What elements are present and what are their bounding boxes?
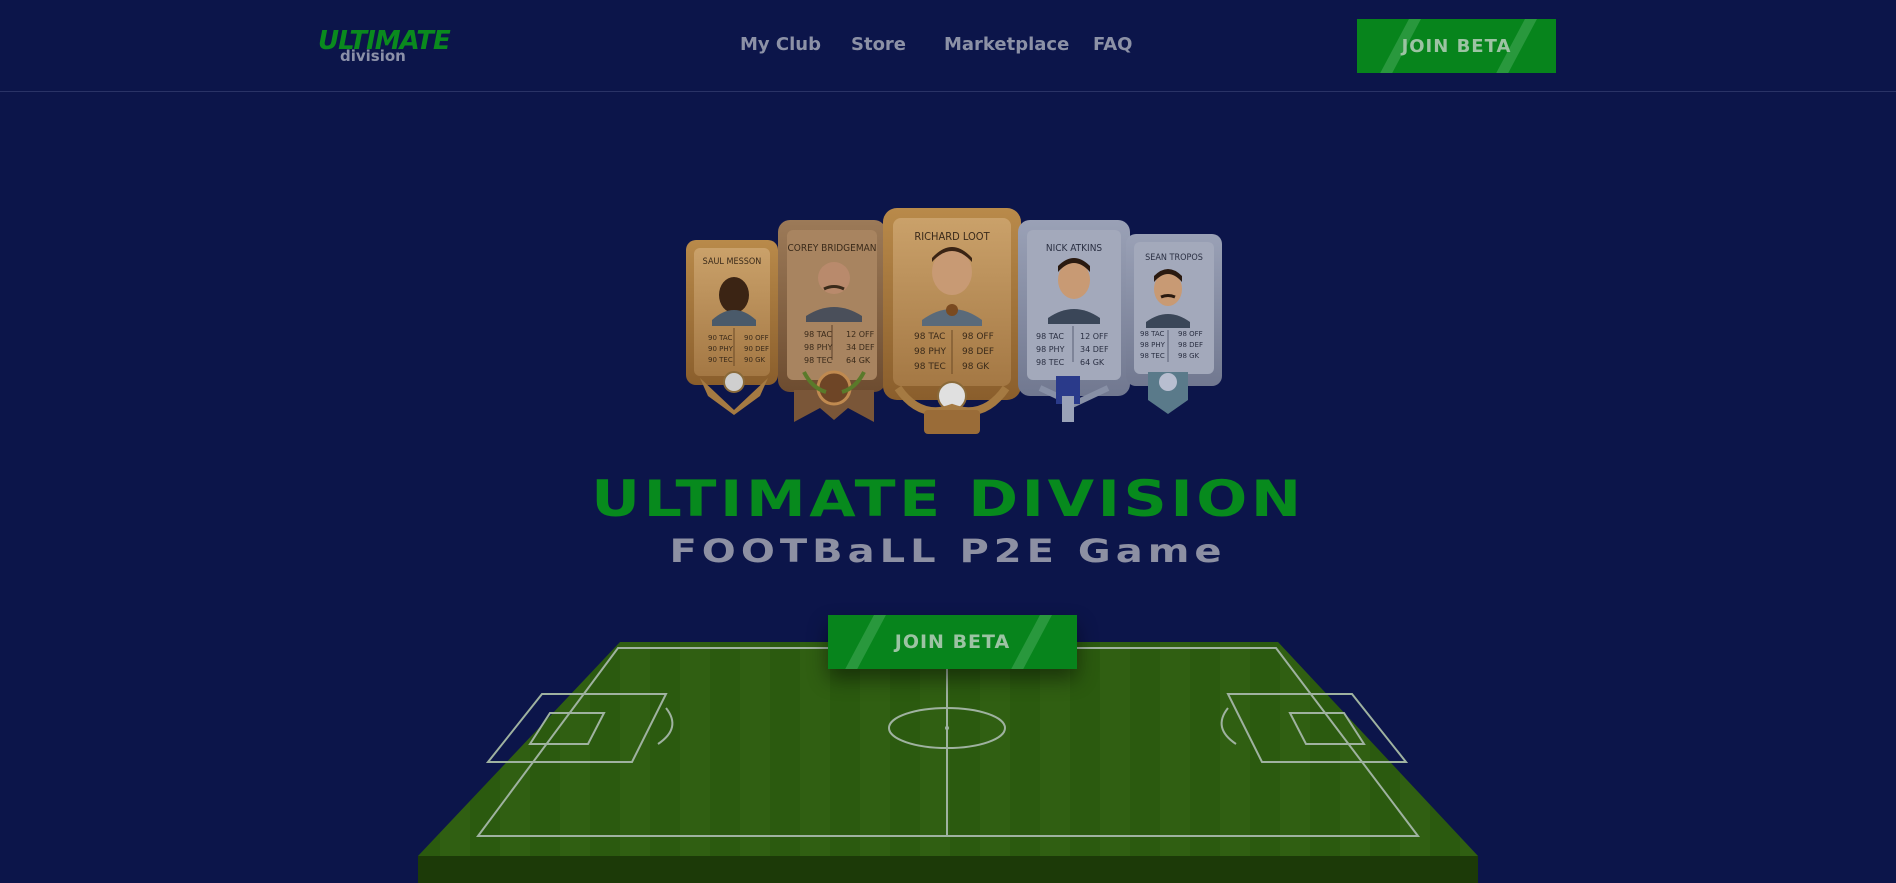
card-stat: 98 TAC (804, 330, 832, 339)
hero-subtitle: FOOTBaLL P2E Game (669, 532, 1227, 570)
hero-title: ULTIMATE DIVISION (591, 470, 1305, 528)
card-stat: 98 GK (1178, 352, 1200, 360)
card-name: RICHARD LOOT (914, 230, 990, 243)
card-stat: 98 GK (962, 362, 990, 372)
card-stat: 90 GK (744, 356, 766, 364)
card-stat: 90 PHY (708, 345, 733, 353)
card-name: SAUL MESSON (702, 257, 762, 267)
card-stat: 90 DEF (744, 345, 769, 353)
card-stat: 98 TEC (1036, 358, 1065, 367)
card-stat: 98 DEF (1178, 341, 1203, 349)
card-stat: 98 PHY (1140, 341, 1165, 349)
card-stat: 98 TEC (1140, 352, 1165, 360)
card-name: COREY BRIDGEMAN (787, 243, 877, 254)
hero-join-beta-button[interactable]: JOIN BETA (828, 615, 1077, 669)
card-stat: 34 DEF (846, 343, 875, 352)
card-name: NICK ATKINS (1045, 243, 1103, 254)
card-stat: 98 OFF (962, 332, 994, 342)
card-stat: 34 DEF (1080, 345, 1109, 354)
card-stat: 90 TAC (708, 334, 733, 342)
card-stat: 98 OFF (1178, 330, 1203, 338)
card-stat: 98 PHY (1036, 345, 1065, 354)
card-stat: 98 PHY (914, 347, 947, 357)
card-stat: 98 TAC (1036, 332, 1064, 341)
card-stat: 98 PHY (804, 343, 833, 352)
hero-join-beta-label: JOIN BETA (894, 631, 1011, 653)
card-stat: 98 TAC (1140, 330, 1165, 338)
card-stat: 64 GK (846, 356, 871, 365)
football-pitch-image (418, 642, 1478, 883)
card-stat: 12 OFF (1080, 332, 1109, 341)
card-stat: 98 TAC (914, 332, 946, 342)
button-stripe (836, 615, 892, 669)
card-stat: 98 TEC (804, 356, 833, 365)
card-stat: 98 TEC (914, 362, 946, 372)
card-stat: 90 TEC (708, 356, 733, 364)
card-stat: 12 OFF (846, 330, 875, 339)
card-stat: 98 DEF (962, 347, 995, 357)
card-stat: 90 OFF (744, 334, 769, 342)
card-stat: 64 GK (1080, 358, 1105, 367)
button-stripe (1002, 615, 1058, 669)
card-name: SEAN TROPOS (1145, 253, 1203, 263)
